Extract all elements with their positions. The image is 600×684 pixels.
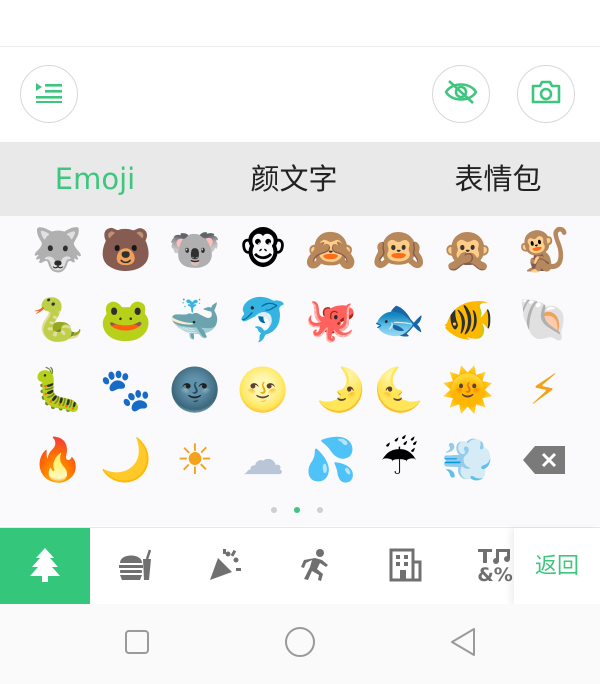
category-nature[interactable] bbox=[0, 528, 90, 605]
emoji-key[interactable]: 🐾 bbox=[92, 356, 160, 424]
page-indicator bbox=[0, 505, 600, 515]
category-places[interactable] bbox=[360, 528, 450, 605]
emoji-key[interactable]: 🐛 bbox=[24, 356, 92, 424]
party-icon bbox=[208, 548, 242, 586]
emoji-key[interactable]: ☀ bbox=[161, 426, 229, 494]
camera-button[interactable] bbox=[517, 65, 575, 123]
emoji-key[interactable]: 🐙 bbox=[297, 286, 365, 354]
backspace-button[interactable] bbox=[510, 426, 578, 494]
menu-button[interactable] bbox=[20, 65, 78, 123]
emoji-key[interactable]: 🔥 bbox=[24, 426, 92, 494]
emoji-key[interactable]: 🐸 bbox=[92, 286, 160, 354]
emoji-key[interactable]: 💨 bbox=[434, 426, 502, 494]
emoji-key[interactable]: ⚡ bbox=[510, 356, 578, 424]
emoji-key[interactable]: 🐒 bbox=[510, 216, 578, 284]
recents-button[interactable] bbox=[107, 604, 167, 684]
category-celebration[interactable] bbox=[180, 528, 270, 605]
square-icon bbox=[124, 629, 150, 659]
emoji-key[interactable]: 🐵 bbox=[229, 216, 297, 284]
back-nav-button[interactable] bbox=[433, 604, 493, 684]
emoji-key[interactable]: 💦 bbox=[297, 426, 365, 494]
emoji-key[interactable]: ☁ bbox=[229, 426, 297, 494]
emoji-key[interactable]: 🌚 bbox=[161, 356, 229, 424]
triangle-back-icon bbox=[449, 627, 477, 661]
emoji-key[interactable]: 🐍 bbox=[24, 286, 92, 354]
emoji-grid: 🐺 🐻 🐨 🐵 🙈 🙉 🙊 🐒 🐍 🐸 🐳 🐬 🐙 🐟 🐠 🐚 🐛 🐾 🌚 🌝 … bbox=[0, 216, 600, 526]
emoji-key[interactable]: 🌝 bbox=[229, 356, 297, 424]
eye-off-icon bbox=[444, 79, 478, 109]
page-dot bbox=[317, 507, 323, 513]
running-icon bbox=[298, 548, 332, 586]
hide-button[interactable] bbox=[432, 65, 490, 123]
emoji-key[interactable]: 🙉 bbox=[365, 216, 433, 284]
keyboard-toolbar bbox=[0, 47, 600, 141]
symbols-icon: &% bbox=[477, 548, 513, 585]
emoji-key[interactable]: 🌞 bbox=[434, 356, 502, 424]
category-food[interactable] bbox=[90, 528, 180, 605]
food-icon bbox=[117, 549, 153, 585]
page-dot-active bbox=[294, 507, 300, 513]
status-bar bbox=[0, 0, 600, 47]
emoji-key[interactable]: 🐠 bbox=[434, 286, 502, 354]
building-icon bbox=[388, 548, 422, 586]
emoji-key[interactable]: 🐳 bbox=[161, 286, 229, 354]
tab-sticker[interactable]: 表情包 bbox=[428, 142, 568, 216]
emoji-key[interactable]: ☔ bbox=[365, 426, 433, 494]
symbols-glyph: &% bbox=[477, 564, 513, 586]
emoji-key[interactable]: 🐻 bbox=[92, 216, 160, 284]
emoji-key[interactable]: 🌙 bbox=[92, 426, 160, 494]
page-dot bbox=[271, 507, 277, 513]
home-button[interactable] bbox=[270, 604, 330, 684]
emoji-tab-bar: Emoji 颜文字 表情包 bbox=[0, 142, 600, 216]
backspace-icon bbox=[523, 439, 565, 481]
tab-emoji[interactable]: Emoji bbox=[25, 142, 165, 216]
list-icon bbox=[36, 81, 62, 107]
tab-kaomoji[interactable]: 颜文字 bbox=[224, 142, 364, 216]
emoji-key[interactable]: 🌜 bbox=[365, 356, 433, 424]
system-nav-bar bbox=[0, 604, 600, 684]
emoji-key[interactable]: 🐟 bbox=[365, 286, 433, 354]
emoji-key[interactable]: 🙊 bbox=[434, 216, 502, 284]
back-button[interactable]: 返回 bbox=[514, 528, 600, 605]
emoji-key[interactable]: 🐨 bbox=[161, 216, 229, 284]
category-activity[interactable] bbox=[270, 528, 360, 605]
emoji-key[interactable]: 🐚 bbox=[510, 286, 578, 354]
emoji-key[interactable]: 🐬 bbox=[229, 286, 297, 354]
camera-icon bbox=[531, 80, 561, 108]
circle-icon bbox=[284, 626, 316, 662]
tree-icon bbox=[30, 547, 60, 586]
emoji-key[interactable]: 🙈 bbox=[297, 216, 365, 284]
emoji-category-bar: &% 返回 bbox=[0, 527, 600, 605]
emoji-key[interactable]: 🐺 bbox=[24, 216, 92, 284]
